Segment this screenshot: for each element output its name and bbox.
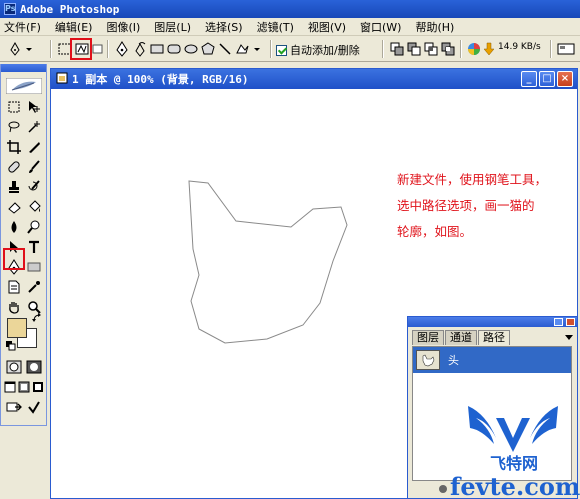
panel-minimize-button[interactable] [554, 318, 563, 326]
toolbox-header[interactable] [1, 64, 46, 72]
eraser-tool-icon[interactable] [5, 198, 23, 215]
auto-add-delete-checkbox[interactable]: 自动添加/删除 [276, 42, 360, 58]
screen-mode-full-icon[interactable] [31, 378, 45, 395]
magic-wand-icon[interactable] [25, 118, 43, 135]
menu-help[interactable]: 帮助(H) [415, 19, 454, 35]
tab-paths[interactable]: 路径 [478, 330, 510, 345]
paint-bucket-icon[interactable] [25, 198, 43, 215]
document-icon [56, 72, 68, 87]
panel-close-button[interactable] [566, 318, 575, 326]
menu-filter[interactable]: 滤镜(T) [257, 19, 294, 35]
path-thumbnail [416, 350, 440, 370]
fill-pixels-icon[interactable] [89, 40, 106, 57]
move-tool-icon[interactable] [25, 98, 43, 115]
watermark-url: fevte.com [450, 472, 580, 499]
panel-tabs: 图层 通道 路径 [412, 330, 511, 345]
pen-tool-highlight [3, 248, 25, 270]
hand-tool-icon[interactable] [5, 298, 23, 315]
pen-tool-icon[interactable] [113, 40, 130, 57]
separator [50, 40, 52, 58]
intersect-paths-icon[interactable] [422, 40, 439, 57]
eyedropper-icon[interactable] [25, 278, 43, 295]
path-row-head[interactable]: 头 [413, 347, 571, 373]
marquee-tool-icon[interactable] [5, 98, 23, 115]
separator [382, 40, 384, 58]
photoshop-icon: Ps [4, 3, 16, 15]
lasso-tool-icon[interactable] [5, 118, 23, 135]
combine-paths-icon[interactable] [388, 40, 405, 57]
document-title: 1 副本 @ 100% (背景, RGB/16) [72, 73, 249, 86]
separator [460, 40, 462, 58]
annotation-line: 新建文件，使用钢笔工具， [397, 172, 548, 187]
tab-layers[interactable]: 图层 [412, 330, 444, 345]
quick-mask-icon[interactable] [25, 358, 43, 375]
subtract-paths-icon[interactable] [405, 40, 422, 57]
ellipse-shape-icon[interactable] [182, 40, 199, 57]
tab-channels[interactable]: 通道 [445, 330, 477, 345]
toolbox [0, 64, 47, 426]
swap-colors-icon[interactable] [31, 312, 43, 324]
rectangle-tool-icon[interactable] [25, 258, 43, 275]
document-title-bar[interactable]: 1 副本 @ 100% (背景, RGB/16) _ □ × [51, 69, 577, 89]
tutorial-annotation: 新建文件，使用钢笔工具， 选中路径选项，画一猫的 轮廓，如图。 [397, 167, 573, 245]
slice-tool-icon[interactable] [25, 138, 43, 155]
dodge-tool-icon[interactable] [25, 218, 43, 235]
panel-header[interactable] [408, 317, 577, 327]
maximize-button[interactable]: □ [539, 71, 555, 87]
tool-preset-picker[interactable] [6, 40, 36, 57]
separator [270, 40, 272, 58]
crop-tool-icon[interactable] [5, 138, 23, 155]
app-title: Adobe Photoshop [20, 2, 120, 16]
download-arrow-icon [483, 40, 495, 57]
rounded-rectangle-icon[interactable] [165, 40, 182, 57]
menu-edit[interactable]: 编辑(E) [55, 19, 93, 35]
healing-brush-icon[interactable] [5, 158, 23, 175]
notes-tool-icon[interactable] [5, 278, 23, 295]
menu-bar: 文件(F) 编辑(E) 图像(I) 图层(L) 选择(S) 滤镜(T) 视图(V… [0, 18, 580, 36]
close-button[interactable]: × [557, 71, 573, 87]
network-speed: 14.9 KB/s [498, 42, 541, 52]
menu-select[interactable]: 选择(S) [205, 19, 243, 35]
line-shape-icon[interactable] [216, 40, 233, 57]
menu-image[interactable]: 图像(I) [106, 19, 140, 35]
brush-tool-icon[interactable] [25, 158, 43, 175]
feather-logo-icon[interactable] [5, 77, 43, 95]
type-tool-icon[interactable] [25, 238, 43, 255]
photoshop-app: Ps Adobe Photoshop 文件(F) 编辑(E) 图像(I) 图层(… [0, 0, 580, 499]
network-monitor-icon [465, 40, 482, 57]
screen-mode-menu-icon[interactable] [17, 378, 31, 395]
separator [550, 40, 552, 58]
blur-tool-icon[interactable] [5, 218, 23, 235]
exclude-paths-icon[interactable] [439, 40, 456, 57]
default-colors-icon[interactable] [5, 340, 17, 352]
history-brush-icon[interactable] [25, 178, 43, 195]
rectangle-shape-icon[interactable] [148, 40, 165, 57]
menu-view[interactable]: 视图(V) [308, 19, 346, 35]
jump-to-imageready-icon[interactable] [5, 398, 23, 415]
menu-file[interactable]: 文件(F) [4, 19, 41, 35]
foreground-color-swatch[interactable] [7, 318, 27, 338]
screen-mode-standard-icon[interactable] [3, 378, 17, 395]
checkbox-checked-icon[interactable] [276, 44, 287, 56]
fill-path-icon[interactable] [438, 484, 448, 497]
path-name: 头 [448, 354, 459, 367]
polygon-shape-icon[interactable] [199, 40, 216, 57]
custom-shape-icon[interactable] [233, 40, 263, 57]
clone-stamp-icon[interactable] [5, 178, 23, 195]
imageready-check-icon[interactable] [25, 398, 43, 415]
panel-menu-icon[interactable] [564, 332, 574, 345]
watermark-text: 飞特网 [490, 454, 539, 473]
app-title-bar: Ps Adobe Photoshop [0, 0, 580, 18]
auto-add-delete-label: 自动添加/删除 [290, 44, 360, 57]
annotation-line: 选中路径选项，画一猫的 [397, 198, 535, 213]
menu-window[interactable]: 窗口(W) [360, 19, 401, 35]
separator [107, 40, 109, 58]
freeform-pen-icon[interactable] [131, 40, 148, 57]
palette-well-icon[interactable] [556, 40, 576, 57]
menu-layer[interactable]: 图层(L) [154, 19, 191, 35]
options-bar: 自动添加/删除 14.9 KB/s [0, 36, 580, 62]
annotation-line: 轮廓，如图。 [397, 224, 473, 239]
minimize-button[interactable]: _ [521, 71, 537, 87]
standard-mode-icon[interactable] [5, 358, 23, 375]
